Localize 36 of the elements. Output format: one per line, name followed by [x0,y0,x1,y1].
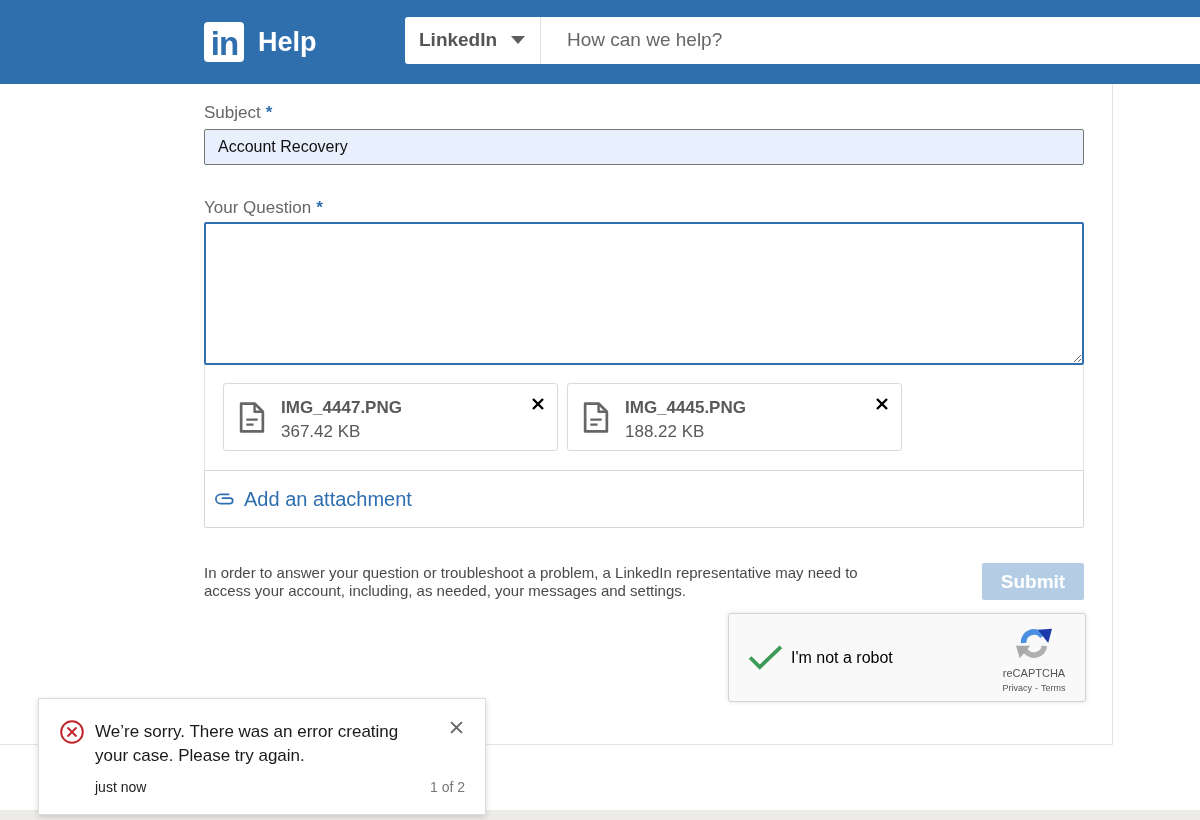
document-icon [583,402,609,433]
captcha-label: I'm not a robot [791,648,894,667]
add-attachment-link[interactable]: Add an attachment [215,487,412,511]
close-button[interactable] [450,721,463,734]
privacy-link[interactable]: Privacy [1002,683,1032,694]
remove-attachment-button[interactable] [532,398,544,410]
terms-link[interactable]: Terms [1041,683,1066,694]
header-title: Help [258,26,317,58]
toast-time: just now [95,779,147,796]
caret-icon [511,36,526,44]
scope-dropdown[interactable]: LinkedIn [405,16,541,64]
error-icon [60,720,84,744]
file-name: IMG_4447.PNG [281,398,402,418]
question-field[interactable] [204,222,1084,365]
check-icon[interactable] [748,645,783,670]
remove-attachment-button[interactable] [876,398,888,410]
close-icon [450,721,463,734]
file-name: IMG_4445.PNG [625,398,746,418]
paperclip-icon [215,493,235,505]
subject-field[interactable]: Account Recovery [204,129,1084,165]
required-mark: * [265,103,273,123]
close-icon [876,398,888,410]
file-size: 367.42 KB [281,422,361,442]
search-field[interactable]: How can we help? [541,16,1200,64]
toast-counter: 1 of 2 [429,779,465,796]
close-icon [532,398,544,410]
document-icon [239,402,265,433]
captcha-brand: reCAPTCHA [1002,667,1066,680]
file-size: 188.22 KB [625,422,705,442]
field-label: Subject [204,103,261,123]
brand-logo[interactable]: in [204,22,244,62]
privacy-notice: In order to answer your question or troubleshoot a problem, a LinkedIn representative may need to access your account, including, as needed, your messages and settings. [204,564,859,600]
toast-message: We’re sorry. There was an error creating your case. Please try again. [95,721,400,767]
field-label: Your Question [204,198,312,218]
required-mark: * [316,198,323,218]
link-separator: - [1035,683,1038,694]
